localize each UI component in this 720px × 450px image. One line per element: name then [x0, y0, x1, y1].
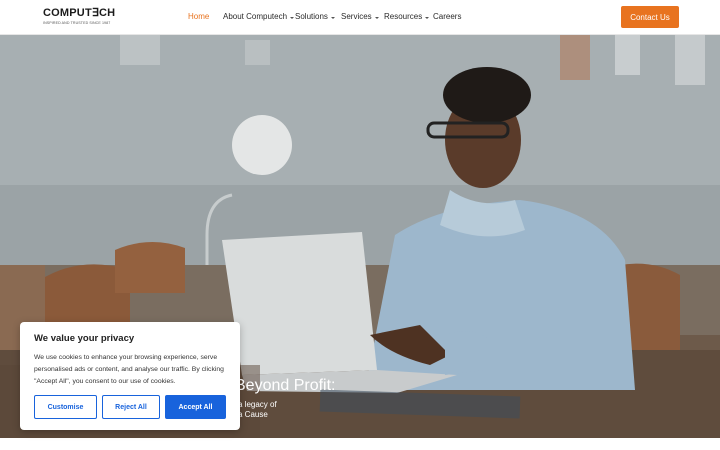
chevron-down-icon	[425, 16, 430, 19]
nav-item-label: Careers	[433, 12, 462, 21]
site-header: COMPUT∃CH INSPIRED AND TRUSTED SINCE 198…	[0, 0, 720, 35]
cookie-title: We value your privacy	[34, 333, 135, 344]
nav-item-solutions[interactable]: Solutions	[295, 12, 335, 22]
hero-subtext-line: a Cause	[238, 410, 268, 419]
nav-item-resources[interactable]: Resources	[384, 12, 430, 22]
cookie-consent-panel: We value your privacy We use cookies to …	[20, 322, 240, 430]
chevron-down-icon	[330, 16, 335, 19]
nav-item-label: About Computech	[223, 12, 288, 21]
nav-item-services[interactable]: Services	[341, 12, 379, 22]
hero-subtext: a legacy of a Cause	[238, 400, 277, 420]
chevron-down-icon	[290, 16, 295, 19]
nav-item-about-computech[interactable]: About Computech	[223, 12, 295, 22]
nav-item-careers[interactable]: Careers	[433, 12, 461, 22]
customise-button[interactable]: Customise	[34, 395, 97, 419]
logo-wordmark: COMPUT∃CH	[43, 7, 116, 19]
accept-all-button[interactable]: Accept All	[165, 395, 226, 419]
computech-logo[interactable]: COMPUT∃CH INSPIRED AND TRUSTED SINCE 198…	[43, 8, 123, 28]
hero-bottom-strip	[0, 438, 720, 450]
logo-tagline: INSPIRED AND TRUSTED SINCE 1987	[43, 21, 111, 25]
hero-headline: Beyond Profit:	[235, 377, 336, 394]
nav-item-label: Services	[341, 12, 372, 21]
hero-subtext-line: a legacy of	[238, 400, 277, 409]
nav-item-label: Home	[188, 12, 210, 21]
cookie-description: We use cookies to enhance your browsing …	[34, 354, 224, 385]
contact-us-button[interactable]: Contact Us	[621, 6, 679, 28]
reject-all-button[interactable]: Reject All	[102, 395, 160, 419]
nav-item-home[interactable]: Home	[188, 12, 209, 22]
nav-item-label: Resources	[384, 12, 423, 21]
nav-item-label: Solutions	[295, 12, 328, 21]
chevron-down-icon	[374, 16, 379, 19]
